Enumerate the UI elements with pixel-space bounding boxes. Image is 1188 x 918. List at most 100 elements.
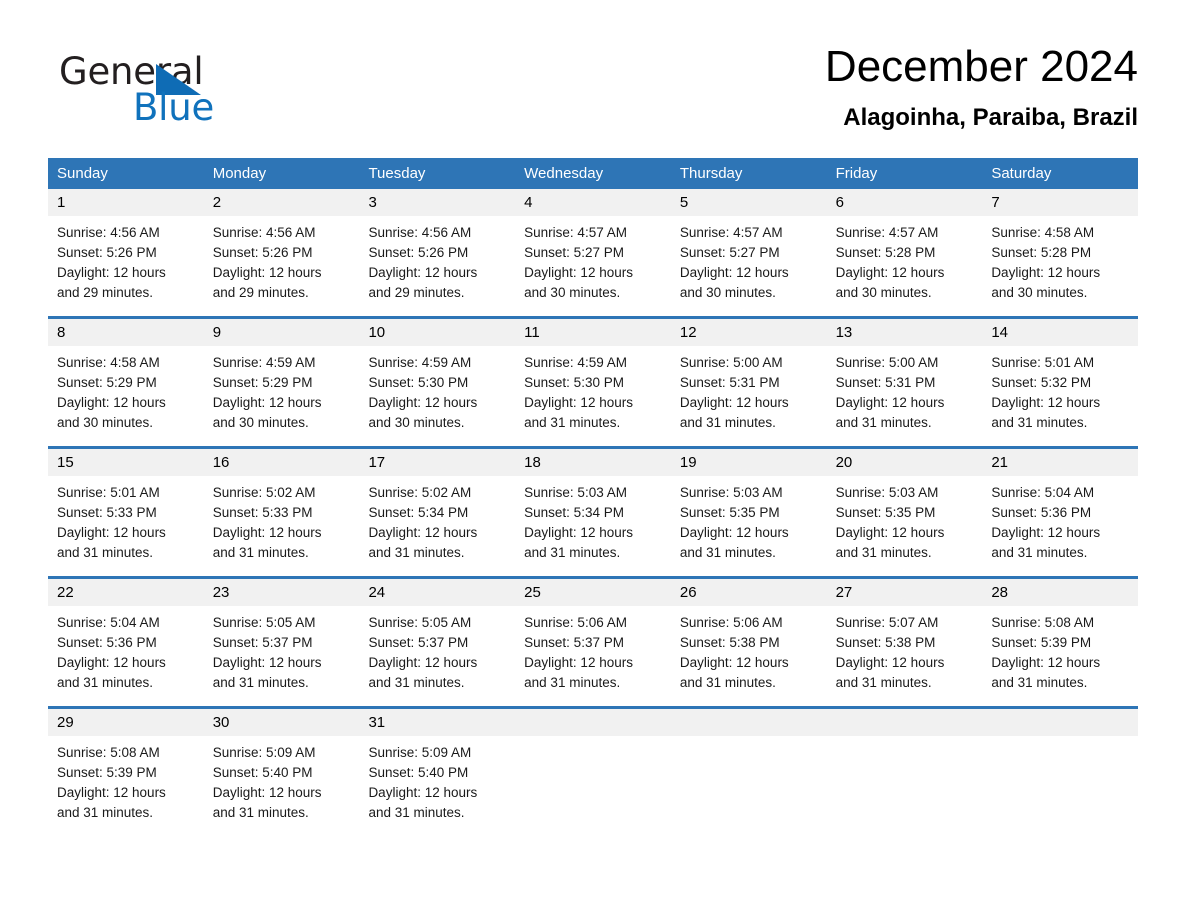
day-cell-20[interactable]: Sunrise: 5:03 AM Sunset: 5:35 PM Daylight:…: [827, 476, 983, 576]
day-number-23[interactable]: 23: [204, 579, 360, 606]
day-sunrise-text: Sunrise: 5:08 AM: [991, 615, 1095, 630]
day-number-22[interactable]: 22: [48, 579, 204, 606]
day-number-18[interactable]: 18: [515, 449, 671, 476]
day-cell-24[interactable]: Sunrise: 5:05 AM Sunset: 5:37 PM Daylight:…: [359, 606, 515, 706]
day-sunset-text: Sunset: 5:37 PM: [368, 635, 469, 650]
day-daylight-text: and 30 minutes.: [524, 285, 621, 300]
day-number-1[interactable]: 1: [48, 189, 204, 216]
day-number-15[interactable]: 15: [48, 449, 204, 476]
day-number-27[interactable]: 27: [827, 579, 983, 606]
day-cell-31[interactable]: Sunrise: 5:09 AM Sunset: 5:40 PM Daylight:…: [359, 736, 515, 836]
day-sunrise-text: Sunrise: 4:56 AM: [57, 225, 160, 240]
day-cell-1[interactable]: Sunrise: 4:56 AM Sunset: 5:26 PM Daylight:…: [48, 216, 204, 316]
day-cell-25[interactable]: Sunrise: 5:06 AM Sunset: 5:37 PM Daylight:…: [515, 606, 671, 706]
day-sunset-text: Sunset: 5:26 PM: [368, 245, 469, 260]
day-number-7[interactable]: 7: [982, 189, 1138, 216]
day-daylight-text: and 30 minutes.: [368, 415, 465, 430]
day-cell-30[interactable]: Sunrise: 5:09 AM Sunset: 5:40 PM Daylight:…: [204, 736, 360, 836]
calendar-week-row: 1 2 3 4 5 6 7 Sunrise: 4:56 AM Sunset: 5:26 PM Da…: [48, 189, 1138, 316]
day-sunrise-text: Sunrise: 4:57 AM: [679, 225, 783, 240]
day-cell-17[interactable]: Sunrise: 5:02 AM Sunset: 5:34 PM Daylight:…: [359, 476, 515, 576]
day-of-week-header-wednesday: Wednesday: [524, 165, 604, 182]
day-number-8[interactable]: 8: [48, 319, 204, 346]
day-cell-8[interactable]: Sunrise: 4:58 AM Sunset: 5:29 PM Daylight:…: [48, 346, 204, 446]
day-number-3[interactable]: 3: [359, 189, 515, 216]
day-cell-26[interactable]: Sunrise: 5:06 AM Sunset: 5:38 PM Daylight:…: [671, 606, 827, 706]
day-cell-19[interactable]: Sunrise: 5:03 AM Sunset: 5:35 PM Daylight:…: [671, 476, 827, 576]
day-sunrise-text: Sunrise: 4:57 AM: [835, 225, 939, 240]
day-daylight-text: Daylight: 12 hours: [57, 395, 166, 410]
day-number-24[interactable]: 24: [359, 579, 515, 606]
day-cell-16[interactable]: Sunrise: 5:02 AM Sunset: 5:33 PM Daylight:…: [204, 476, 360, 576]
day-sunset-text: Sunset: 5:38 PM: [679, 635, 780, 650]
day-number-14[interactable]: 14: [982, 319, 1138, 346]
week-day-number-band: 15 16 17 18 19 20 21: [48, 449, 1138, 476]
day-cell-3[interactable]: Sunrise: 4:56 AM Sunset: 5:26 PM Daylight:…: [359, 216, 515, 316]
day-cell-11[interactable]: Sunrise: 4:59 AM Sunset: 5:30 PM Daylight:…: [515, 346, 671, 446]
location-subtitle: Alagoinha, Paraiba, Brazil: [843, 104, 1138, 131]
day-of-week-header-tuesday: Tuesday: [368, 165, 426, 182]
day-cell-29[interactable]: Sunrise: 5:08 AM Sunset: 5:39 PM Daylight:…: [48, 736, 204, 836]
day-cell-18[interactable]: Sunrise: 5:03 AM Sunset: 5:34 PM Daylight:…: [515, 476, 671, 576]
day-cell-12[interactable]: Sunrise: 5:00 AM Sunset: 5:31 PM Daylight:…: [671, 346, 827, 446]
day-daylight-text: Daylight: 12 hours: [57, 655, 166, 670]
day-number-20[interactable]: 20: [827, 449, 983, 476]
week-day-number-band: 29 30 31: [48, 709, 1138, 736]
day-cell-27[interactable]: Sunrise: 5:07 AM Sunset: 5:38 PM Daylight:…: [827, 606, 983, 706]
day-cell-23[interactable]: Sunrise: 5:05 AM Sunset: 5:37 PM Daylight:…: [204, 606, 360, 706]
day-number-4[interactable]: 4: [515, 189, 671, 216]
day-number-2[interactable]: 2: [204, 189, 360, 216]
day-daylight-text: and 31 minutes.: [212, 675, 309, 690]
day-daylight-text: and 31 minutes.: [524, 415, 621, 430]
day-number-28[interactable]: 28: [982, 579, 1138, 606]
day-number-13[interactable]: 13: [827, 319, 983, 346]
day-cell-9[interactable]: Sunrise: 4:59 AM Sunset: 5:29 PM Daylight:…: [204, 346, 360, 446]
day-number-21[interactable]: 21: [982, 449, 1138, 476]
day-daylight-text: and 31 minutes.: [991, 675, 1088, 690]
week-day-detail-band: Sunrise: 5:08 AM Sunset: 5:39 PM Daylight:…: [48, 736, 1138, 836]
day-number-16[interactable]: 16: [204, 449, 360, 476]
day-cell-13[interactable]: Sunrise: 5:00 AM Sunset: 5:31 PM Daylight:…: [827, 346, 983, 446]
calendar-week-row: 29 30 31 Sunrise: 5:08 AM Sunset: 5:39 PM Day…: [48, 706, 1138, 836]
day-sunset-text: Sunset: 5:29 PM: [212, 375, 313, 390]
day-number-25[interactable]: 25: [515, 579, 671, 606]
day-daylight-text: and 31 minutes.: [679, 545, 776, 560]
day-cell-empty: [827, 736, 983, 836]
day-sunrise-text: Sunrise: 4:59 AM: [368, 355, 472, 370]
day-number-26[interactable]: 26: [671, 579, 827, 606]
day-number-11[interactable]: 11: [515, 319, 671, 346]
day-sunset-text: Sunset: 5:37 PM: [524, 635, 624, 650]
day-sunrise-text: Sunrise: 5:05 AM: [368, 615, 472, 630]
day-cell-14[interactable]: Sunrise: 5:01 AM Sunset: 5:32 PM Daylight:…: [982, 346, 1138, 446]
day-daylight-text: Daylight: 12 hours: [212, 395, 322, 410]
day-sunset-text: Sunset: 5:40 PM: [368, 765, 469, 780]
day-sunrise-text: Sunrise: 5:07 AM: [835, 615, 939, 630]
day-cell-4[interactable]: Sunrise: 4:57 AM Sunset: 5:27 PM Daylight:…: [515, 216, 671, 316]
day-number-5[interactable]: 5: [671, 189, 827, 216]
day-cell-7[interactable]: Sunrise: 4:58 AM Sunset: 5:28 PM Daylight:…: [982, 216, 1138, 316]
day-number-10[interactable]: 10: [359, 319, 515, 346]
day-daylight-text: Daylight: 12 hours: [57, 265, 166, 280]
day-cell-28[interactable]: Sunrise: 5:08 AM Sunset: 5:39 PM Daylight:…: [982, 606, 1138, 706]
day-cell-5[interactable]: Sunrise: 4:57 AM Sunset: 5:27 PM Daylight:…: [671, 216, 827, 316]
day-daylight-text: and 29 minutes.: [212, 285, 309, 300]
day-number-19[interactable]: 19: [671, 449, 827, 476]
day-cell-10[interactable]: Sunrise: 4:59 AM Sunset: 5:30 PM Daylight:…: [359, 346, 515, 446]
day-of-week-header-friday: Friday: [835, 165, 878, 182]
day-number-30[interactable]: 30: [204, 709, 360, 736]
day-number-6[interactable]: 6: [827, 189, 983, 216]
calendar-week-row: 15 16 17 18 19 20 21 Sunrise: 5:01 AM Sunset: 5:…: [48, 446, 1138, 576]
day-number-29[interactable]: 29: [48, 709, 204, 736]
day-number-31[interactable]: 31: [359, 709, 515, 736]
day-sunset-text: Sunset: 5:39 PM: [57, 765, 157, 780]
day-daylight-text: Daylight: 12 hours: [524, 265, 633, 280]
day-cell-21[interactable]: Sunrise: 5:04 AM Sunset: 5:36 PM Daylight:…: [982, 476, 1138, 576]
day-number-9[interactable]: 9: [204, 319, 360, 346]
day-daylight-text: Daylight: 12 hours: [368, 395, 478, 410]
day-number-12[interactable]: 12: [671, 319, 827, 346]
day-number-17[interactable]: 17: [359, 449, 515, 476]
day-cell-15[interactable]: Sunrise: 5:01 AM Sunset: 5:33 PM Daylight:…: [48, 476, 204, 576]
day-cell-22[interactable]: Sunrise: 5:04 AM Sunset: 5:36 PM Daylight:…: [48, 606, 204, 706]
day-cell-6[interactable]: Sunrise: 4:57 AM Sunset: 5:28 PM Daylight:…: [827, 216, 983, 316]
day-cell-2[interactable]: Sunrise: 4:56 AM Sunset: 5:26 PM Daylight:…: [204, 216, 360, 316]
